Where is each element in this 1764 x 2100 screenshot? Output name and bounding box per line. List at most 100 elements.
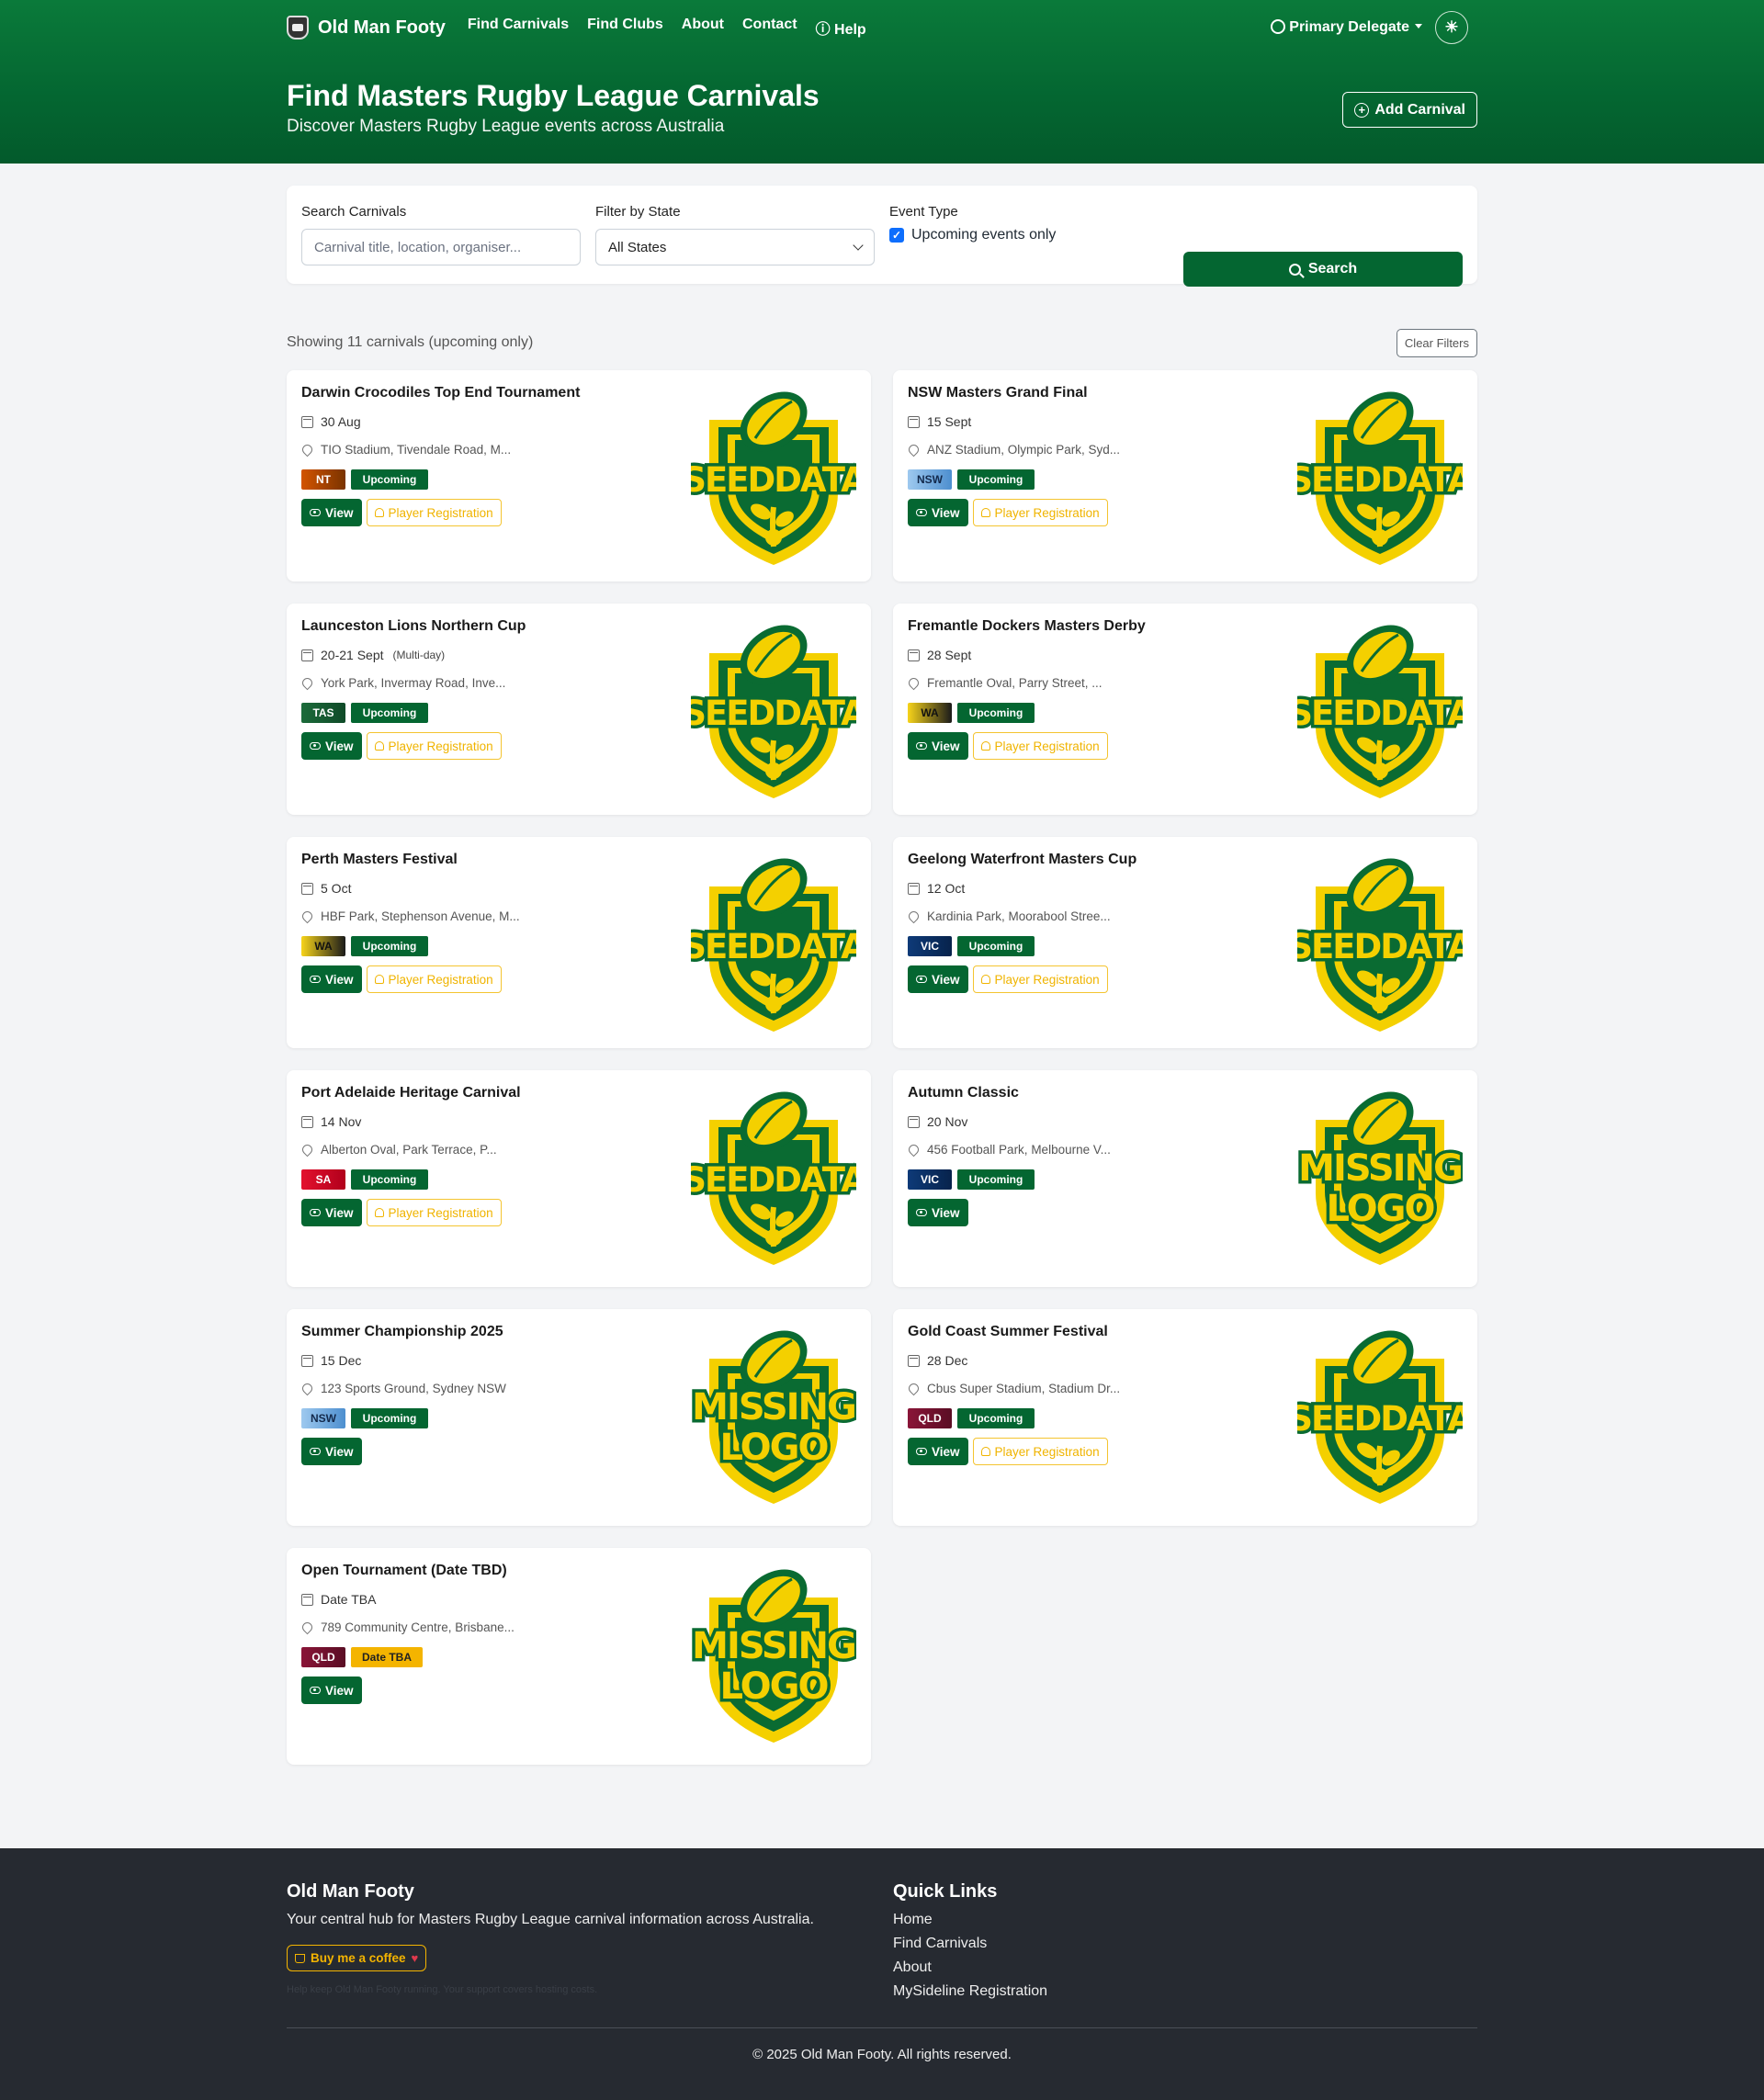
- carnival-card[interactable]: Darwin Crocodiles Top End Tournament 30 …: [287, 370, 871, 581]
- svg-text:SEEDDATA: SEEDDATA: [691, 694, 856, 733]
- carnival-date: 20-21 Sept: [321, 648, 384, 662]
- view-button[interactable]: View: [301, 1438, 362, 1465]
- status-badge: Upcoming: [351, 936, 428, 956]
- nav-help[interactable]: ⓘ Help: [816, 17, 866, 39]
- state-badge: QLD: [301, 1647, 345, 1667]
- eye-icon: [310, 976, 321, 983]
- carnival-location: 789 Community Centre, Brisbane...: [321, 1620, 514, 1634]
- person-add-icon: [980, 1447, 990, 1456]
- player-registration-label: Player Registration: [994, 739, 1100, 753]
- player-registration-button[interactable]: Player Registration: [366, 499, 502, 526]
- footer-title: Old Man Footy: [287, 1881, 414, 1902]
- eye-icon: [310, 509, 321, 516]
- view-button[interactable]: View: [301, 1199, 362, 1226]
- main-content: Search Carnivals Carnival title, locatio…: [287, 186, 1477, 1787]
- page-subtitle: Discover Masters Rugby League events acr…: [287, 117, 725, 136]
- view-button[interactable]: View: [908, 499, 968, 526]
- upcoming-checkbox-row[interactable]: ✓ Upcoming events only: [889, 227, 1169, 243]
- nav-contact[interactable]: Contact: [742, 17, 797, 39]
- svg-text:MISSING: MISSING: [692, 1386, 855, 1428]
- footer-link-find-carnivals[interactable]: Find Carnivals: [893, 1936, 1477, 1952]
- svg-text:SEEDDATA: SEEDDATA: [1297, 460, 1463, 500]
- view-button[interactable]: View: [908, 1438, 968, 1465]
- carnival-card[interactable]: Perth Masters Festival 5 Oct HBF Park, S…: [287, 837, 871, 1048]
- calendar-icon: [301, 1115, 313, 1128]
- status-badge: Upcoming: [957, 1169, 1035, 1190]
- carnival-date: 5 Oct: [321, 881, 352, 896]
- player-registration-button[interactable]: Player Registration: [972, 732, 1108, 760]
- player-registration-label: Player Registration: [994, 1444, 1100, 1459]
- player-registration-button[interactable]: Player Registration: [366, 732, 502, 760]
- map-pin-icon: [300, 1142, 315, 1157]
- status-badge: Upcoming: [351, 703, 428, 723]
- user-menu[interactable]: Primary Delegate: [1271, 19, 1422, 36]
- state-select[interactable]: All States: [595, 229, 875, 265]
- nav-find-carnivals[interactable]: Find Carnivals: [468, 17, 569, 39]
- view-button[interactable]: View: [908, 965, 968, 993]
- player-registration-button[interactable]: Player Registration: [972, 1438, 1108, 1465]
- view-button[interactable]: View: [301, 732, 362, 760]
- state-badge: QLD: [908, 1408, 952, 1428]
- search-button[interactable]: Search: [1183, 252, 1463, 287]
- view-button-label: View: [932, 972, 960, 987]
- view-button[interactable]: View: [301, 499, 362, 526]
- carnival-card[interactable]: Geelong Waterfront Masters Cup 12 Oct Ka…: [893, 837, 1477, 1048]
- footer-link-mysideline[interactable]: MySideline Registration: [893, 1983, 1477, 2000]
- carnival-location: TIO Stadium, Tivendale Road, M...: [321, 443, 512, 457]
- carnival-card[interactable]: Autumn Classic 20 Nov 456 Football Park,…: [893, 1070, 1477, 1287]
- filter-card: Search Carnivals Carnival title, locatio…: [287, 186, 1477, 287]
- carnival-card[interactable]: Gold Coast Summer Festival 28 Dec Cbus S…: [893, 1309, 1477, 1526]
- carnival-logo-graphic: MISSING LOGO: [691, 1569, 856, 1743]
- theme-toggle-button[interactable]: ☀: [1435, 11, 1468, 44]
- carnival-grid: Darwin Crocodiles Top End Tournament 30 …: [287, 370, 1477, 1787]
- carnival-card[interactable]: NSW Masters Grand Final 15 Sept ANZ Stad…: [893, 370, 1477, 581]
- view-button[interactable]: View: [301, 1677, 362, 1704]
- player-registration-label: Player Registration: [994, 972, 1100, 987]
- brand-link[interactable]: Old Man Footy: [287, 16, 446, 40]
- quick-links-title: Quick Links: [893, 1881, 998, 1902]
- status-badge: Upcoming: [957, 703, 1035, 723]
- nav-find-clubs[interactable]: Find Clubs: [587, 17, 663, 39]
- carnival-card[interactable]: Fremantle Dockers Masters Derby 28 Sept …: [893, 604, 1477, 815]
- calendar-icon: [301, 415, 313, 428]
- view-button[interactable]: View: [908, 1199, 968, 1226]
- carnival-card[interactable]: Open Tournament (Date TBD) Date TBA 789 …: [287, 1548, 871, 1765]
- buy-coffee-button[interactable]: Buy me a coffee ♥: [287, 1945, 427, 1971]
- footer-link-home[interactable]: Home: [893, 1912, 1477, 1928]
- view-button[interactable]: View: [908, 732, 968, 760]
- player-registration-button[interactable]: Player Registration: [972, 499, 1108, 526]
- status-badge: Upcoming: [351, 1408, 428, 1428]
- search-input[interactable]: Carnival title, location, organiser...: [301, 229, 581, 265]
- map-pin-icon: [300, 1620, 315, 1635]
- state-badge: NSW: [301, 1408, 345, 1428]
- svg-text:SEEDDATA: SEEDDATA: [1297, 694, 1463, 733]
- carnival-logo-graphic: MISSING LOGO: [1297, 1091, 1463, 1265]
- map-pin-icon: [300, 909, 315, 924]
- player-registration-button[interactable]: Player Registration: [366, 1199, 502, 1226]
- clear-filters-button[interactable]: Clear Filters: [1396, 328, 1477, 357]
- eye-icon: [916, 742, 927, 750]
- footer-link-about[interactable]: About: [893, 1959, 1477, 1976]
- carnival-logo: MISSING LOGO: [691, 1561, 856, 1744]
- player-registration-button[interactable]: Player Registration: [366, 965, 502, 993]
- carnival-card[interactable]: Launceston Lions Northern Cup 20-21 Sept…: [287, 604, 871, 815]
- carnival-location: ANZ Stadium, Olympic Park, Syd...: [927, 443, 1121, 457]
- page-footer: Old Man Footy Your central hub for Maste…: [0, 1848, 1764, 2100]
- add-carnival-button[interactable]: + Add Carnival: [1342, 92, 1477, 128]
- eye-icon: [310, 1448, 321, 1455]
- player-registration-button[interactable]: Player Registration: [972, 965, 1108, 993]
- sun-icon: ☀: [1444, 18, 1459, 36]
- nav-about[interactable]: About: [682, 17, 724, 39]
- carnival-logo: SEEDDATA: [691, 383, 856, 567]
- map-pin-icon: [906, 909, 922, 924]
- carnival-card[interactable]: Port Adelaide Heritage Carnival 14 Nov A…: [287, 1070, 871, 1287]
- carnival-logo: MISSING LOGO: [691, 1322, 856, 1506]
- view-button-label: View: [325, 739, 354, 753]
- carnival-card[interactable]: Summer Championship 2025 15 Dec 123 Spor…: [287, 1309, 871, 1526]
- upcoming-checkbox[interactable]: ✓: [889, 228, 904, 243]
- eye-icon: [310, 1687, 321, 1694]
- state-select-value: All States: [608, 239, 667, 255]
- view-button[interactable]: View: [301, 965, 362, 993]
- carnival-logo-graphic: MISSING LOGO: [691, 1330, 856, 1504]
- svg-text:SEEDDATA: SEEDDATA: [691, 1160, 856, 1200]
